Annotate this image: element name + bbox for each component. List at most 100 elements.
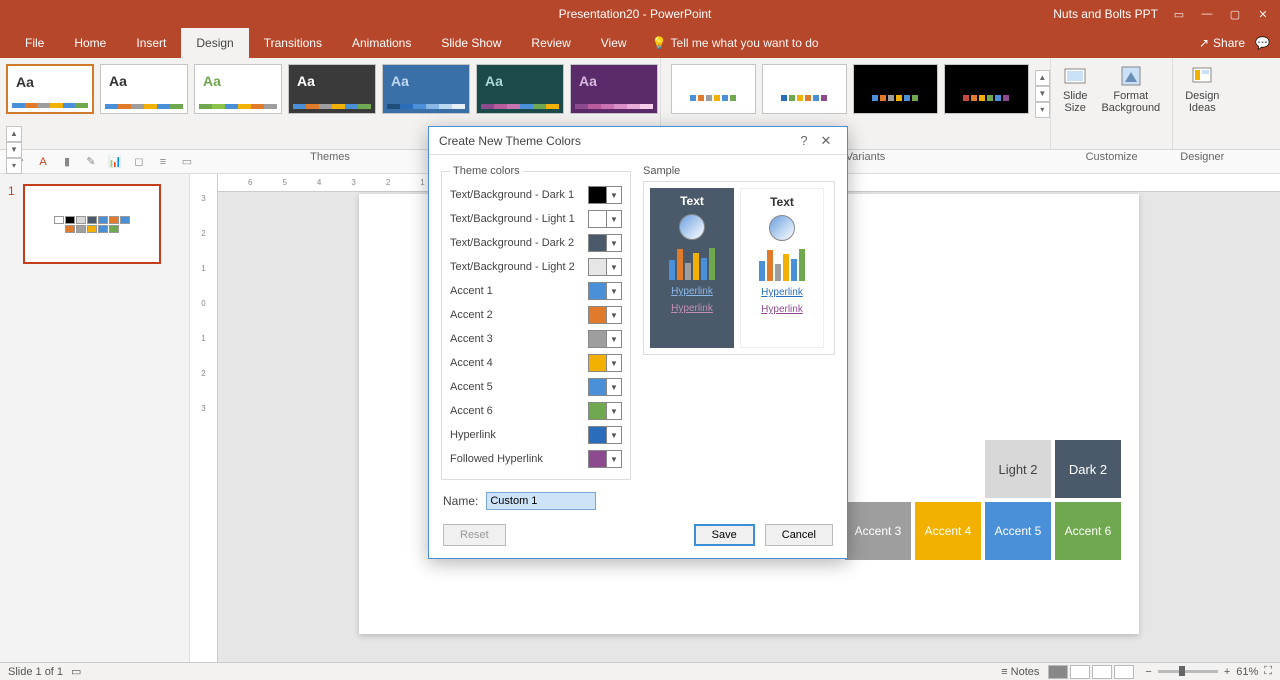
tab-review[interactable]: Review — [516, 28, 585, 58]
color-row: Accent 5 ▼ — [450, 375, 622, 399]
color-picker-button[interactable]: ▼ — [588, 330, 622, 348]
color-picker-button[interactable]: ▼ — [588, 282, 622, 300]
theme-thumb[interactable]: Aa — [100, 64, 188, 114]
design-ideas-button[interactable]: Design Ideas — [1181, 62, 1223, 149]
variant-thumb[interactable] — [853, 64, 938, 114]
share-button[interactable]: ↗Share — [1199, 28, 1255, 58]
sample-shape-icon — [679, 214, 705, 240]
spellcheck-icon[interactable]: ▭ — [71, 665, 81, 678]
color-picker-button[interactable]: ▼ — [588, 402, 622, 420]
comments-icon[interactable]: 💬 — [1255, 28, 1280, 58]
color-picker-button[interactable]: ▼ — [588, 306, 622, 324]
slide-number: 1 — [8, 184, 15, 198]
tell-me[interactable]: 💡Tell me what you want to do — [652, 28, 819, 58]
dialog-close-icon[interactable]: ✕ — [815, 133, 837, 149]
sorter-view-icon[interactable] — [1070, 665, 1090, 679]
slide-panel[interactable]: 1 — [0, 174, 190, 662]
theme-thumb[interactable]: Aa — [570, 64, 658, 114]
dialog-title: Create New Theme Colors — [439, 134, 793, 148]
ribbon-display-icon[interactable]: ▭ — [1172, 7, 1186, 21]
slide-counter: Slide 1 of 1 — [8, 666, 63, 678]
color-row: Accent 1 ▼ — [450, 279, 622, 303]
help-icon[interactable]: ? — [793, 133, 815, 148]
tab-insert[interactable]: Insert — [121, 28, 181, 58]
color-picker-button[interactable]: ▼ — [588, 354, 622, 372]
tab-transitions[interactable]: Transitions — [249, 28, 337, 58]
share-icon: ↗ — [1199, 36, 1209, 50]
color-label: Accent 1 — [450, 285, 493, 297]
theme-name-input[interactable] — [486, 492, 596, 510]
zoom-level[interactable]: 61% — [1236, 666, 1258, 678]
vertical-ruler: 3210123 — [190, 174, 218, 662]
color-picker-button[interactable]: ▼ — [588, 450, 622, 468]
sample-preview: Text Hyperlink Hyperlink Text Hyperlink … — [643, 181, 835, 355]
slideshow-view-icon[interactable] — [1114, 665, 1134, 679]
close-icon[interactable]: ✕ — [1256, 7, 1270, 21]
theme-thumb[interactable]: Aa — [6, 64, 94, 114]
slide-size-button[interactable]: Slide Size — [1059, 62, 1091, 149]
tab-design[interactable]: Design — [181, 28, 248, 58]
reading-view-icon[interactable] — [1092, 665, 1112, 679]
variants-scroll[interactable]: ▲▼▾ — [1035, 70, 1050, 149]
color-picker-button[interactable]: ▼ — [588, 258, 622, 276]
color-label: Text/Background - Dark 2 — [450, 237, 574, 249]
color-picker-button[interactable]: ▼ — [588, 426, 622, 444]
fit-to-window-icon[interactable]: ⛶ — [1264, 665, 1272, 678]
tab-home[interactable]: Home — [59, 28, 121, 58]
tab-view[interactable]: View — [586, 28, 642, 58]
theme-thumb[interactable]: Aa — [288, 64, 376, 114]
ribbon-tabs: File Home Insert Design Transitions Anim… — [0, 28, 1280, 58]
color-picker-button[interactable]: ▼ — [588, 210, 622, 228]
color-label: Accent 5 — [450, 381, 493, 393]
swatch-accent-5: Accent 5 — [985, 502, 1051, 560]
zoom-slider[interactable] — [1158, 670, 1218, 673]
color-picker-button[interactable]: ▼ — [588, 234, 622, 252]
color-label: Followed Hyperlink — [450, 453, 543, 465]
swatch-accent-3: Accent 3 — [845, 502, 911, 560]
themes-scroll[interactable]: ▲▼▾ — [6, 126, 22, 174]
document-title: Presentation20 - PowerPoint — [423, 7, 846, 21]
variant-thumb[interactable] — [671, 64, 756, 114]
zoom-out-icon[interactable]: − — [1145, 666, 1151, 678]
minimize-icon[interactable]: — — [1200, 7, 1214, 21]
name-row: Name: — [429, 486, 847, 516]
color-label: Text/Background - Dark 1 — [450, 189, 574, 201]
color-row: Accent 3 ▼ — [450, 327, 622, 351]
variant-thumb[interactable] — [762, 64, 847, 114]
title-bar: Presentation20 - PowerPoint Nuts and Bol… — [0, 0, 1280, 28]
variant-thumb[interactable] — [944, 64, 1029, 114]
designer-group: Design Ideas Designer — [1172, 58, 1231, 149]
notes-button[interactable]: ≡ Notes — [1001, 666, 1039, 678]
tab-slideshow[interactable]: Slide Show — [426, 28, 516, 58]
color-row: Hyperlink ▼ — [450, 423, 622, 447]
format-background-button[interactable]: Format Background — [1097, 62, 1164, 149]
color-picker-button[interactable]: ▼ — [588, 378, 622, 396]
cancel-button[interactable]: Cancel — [765, 524, 833, 546]
color-row: Text/Background - Dark 2 ▼ — [450, 231, 622, 255]
tab-animations[interactable]: Animations — [337, 28, 426, 58]
normal-view-icon[interactable] — [1048, 665, 1068, 679]
zoom-in-icon[interactable]: + — [1224, 666, 1230, 678]
swatch-light-2: Light 2 — [985, 440, 1051, 498]
dialog-titlebar: Create New Theme Colors ? ✕ — [429, 127, 847, 155]
tab-file[interactable]: File — [10, 28, 59, 58]
account-name: Nuts and Bolts PPT — [1053, 7, 1158, 21]
color-label: Accent 2 — [450, 309, 493, 321]
swatch-dark-2: Dark 2 — [1055, 440, 1121, 498]
color-picker-button[interactable]: ▼ — [588, 186, 622, 204]
group-label-designer: Designer — [1173, 151, 1231, 163]
color-label: Hyperlink — [450, 429, 496, 441]
color-row: Accent 6 ▼ — [450, 399, 622, 423]
slide-thumbnail[interactable] — [23, 184, 161, 264]
theme-thumb[interactable]: Aa — [476, 64, 564, 114]
reset-button[interactable]: Reset — [443, 524, 506, 546]
theme-thumb[interactable]: Aa — [382, 64, 470, 114]
maximize-icon[interactable]: ▢ — [1228, 7, 1242, 21]
theme-thumb[interactable]: Aa — [194, 64, 282, 114]
color-row: Accent 2 ▼ — [450, 303, 622, 327]
color-label: Accent 6 — [450, 405, 493, 417]
save-button[interactable]: Save — [694, 524, 755, 546]
group-label-customize: Customize — [1051, 151, 1172, 163]
color-label: Accent 3 — [450, 333, 493, 345]
swatch-accent-4: Accent 4 — [915, 502, 981, 560]
